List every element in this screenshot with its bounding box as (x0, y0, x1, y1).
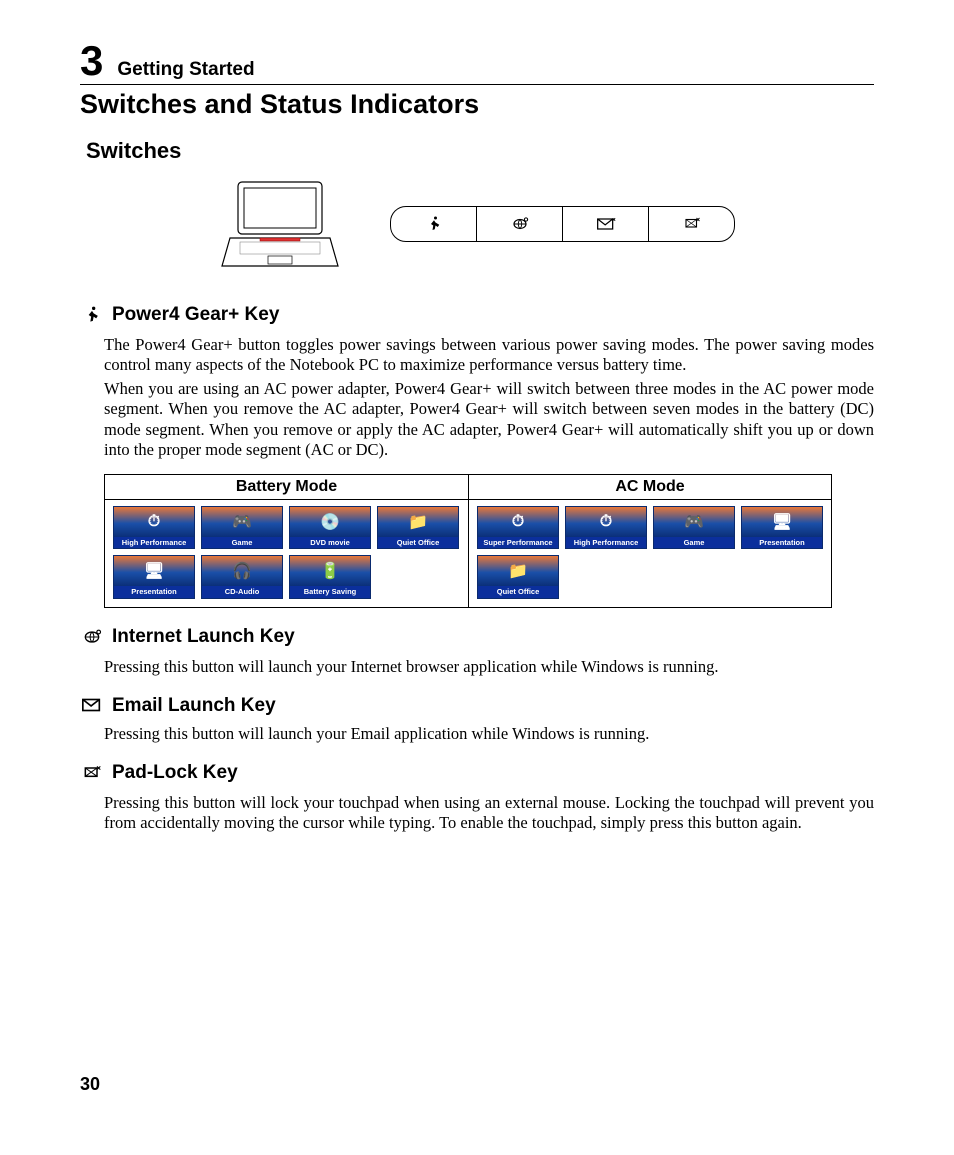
running-man-icon (80, 305, 104, 331)
padlock-title: Pad-Lock Key (112, 762, 238, 784)
mode-icon: 🖥Presentation (113, 555, 195, 599)
page-number: 30 (80, 1074, 100, 1095)
mode-icon: 🖥Presentation (741, 506, 823, 550)
document-page: 3 Getting Started Switches and Status In… (0, 0, 954, 1155)
mode-icon: 💿DVD movie (289, 506, 371, 550)
power4-paragraph-1: The Power4 Gear+ button toggles power sa… (104, 335, 874, 375)
mode-table: Battery Mode AC Mode ⏱High Performance🎮G… (104, 474, 832, 608)
mode-table-header-battery: Battery Mode (105, 475, 468, 500)
running-man-icon (391, 207, 476, 241)
email-title: Email Launch Key (112, 695, 276, 717)
mode-table-header-ac: AC Mode (468, 475, 831, 500)
power4-title: Power4 Gear+ Key (112, 304, 279, 326)
switch-icon-bar (390, 206, 735, 242)
mode-icon: 🎮Game (201, 506, 283, 550)
mode-icon: ⏱Super Performance (477, 506, 559, 550)
globe-icon (80, 627, 104, 653)
chapter-number: 3 (80, 40, 103, 82)
padlock-paragraph: Pressing this button will lock your touc… (104, 793, 874, 833)
section-switches-heading: Switches (86, 138, 874, 164)
mode-icon: 📁Quiet Office (477, 555, 559, 599)
power4-paragraph-2: When you are using an AC power adapter, … (104, 379, 874, 460)
internet-title: Internet Launch Key (112, 626, 295, 648)
mode-icon: ⏱High Performance (565, 506, 647, 550)
mail-icon (80, 696, 104, 720)
laptop-illustration (220, 174, 340, 274)
globe-icon (476, 207, 562, 241)
mode-icon: 🎧CD-Audio (201, 555, 283, 599)
battery-mode-cell: ⏱High Performance🎮Game💿DVD movie📁Quiet O… (105, 500, 468, 607)
internet-section: Internet Launch Key Pressing this button… (80, 626, 874, 677)
switches-illustration-row (220, 174, 874, 274)
email-paragraph: Pressing this button will launch your Em… (104, 724, 874, 744)
mode-icon: ⏱High Performance (113, 506, 195, 550)
page-title: Switches and Status Indicators (80, 89, 874, 120)
mode-icon: 📁Quiet Office (377, 506, 459, 550)
power4-section: Power4 Gear+ Key The Power4 Gear+ button… (80, 304, 874, 608)
padlock-section: Pad-Lock Key Pressing this button will l… (80, 762, 874, 833)
chapter-heading: 3 Getting Started (80, 40, 874, 82)
ac-mode-cell: ⏱Super Performance⏱High Performance🎮Game… (468, 500, 831, 607)
mode-icon: 🎮Game (653, 506, 735, 550)
mail-icon (562, 207, 648, 241)
mode-icon: 🔋Battery Saving (289, 555, 371, 599)
internet-paragraph: Pressing this button will launch your In… (104, 657, 874, 677)
padlock-icon (80, 763, 104, 789)
email-section: Email Launch Key Pressing this button wi… (80, 695, 874, 744)
divider (80, 84, 874, 85)
padlock-icon (648, 207, 734, 241)
chapter-title: Getting Started (117, 59, 254, 81)
